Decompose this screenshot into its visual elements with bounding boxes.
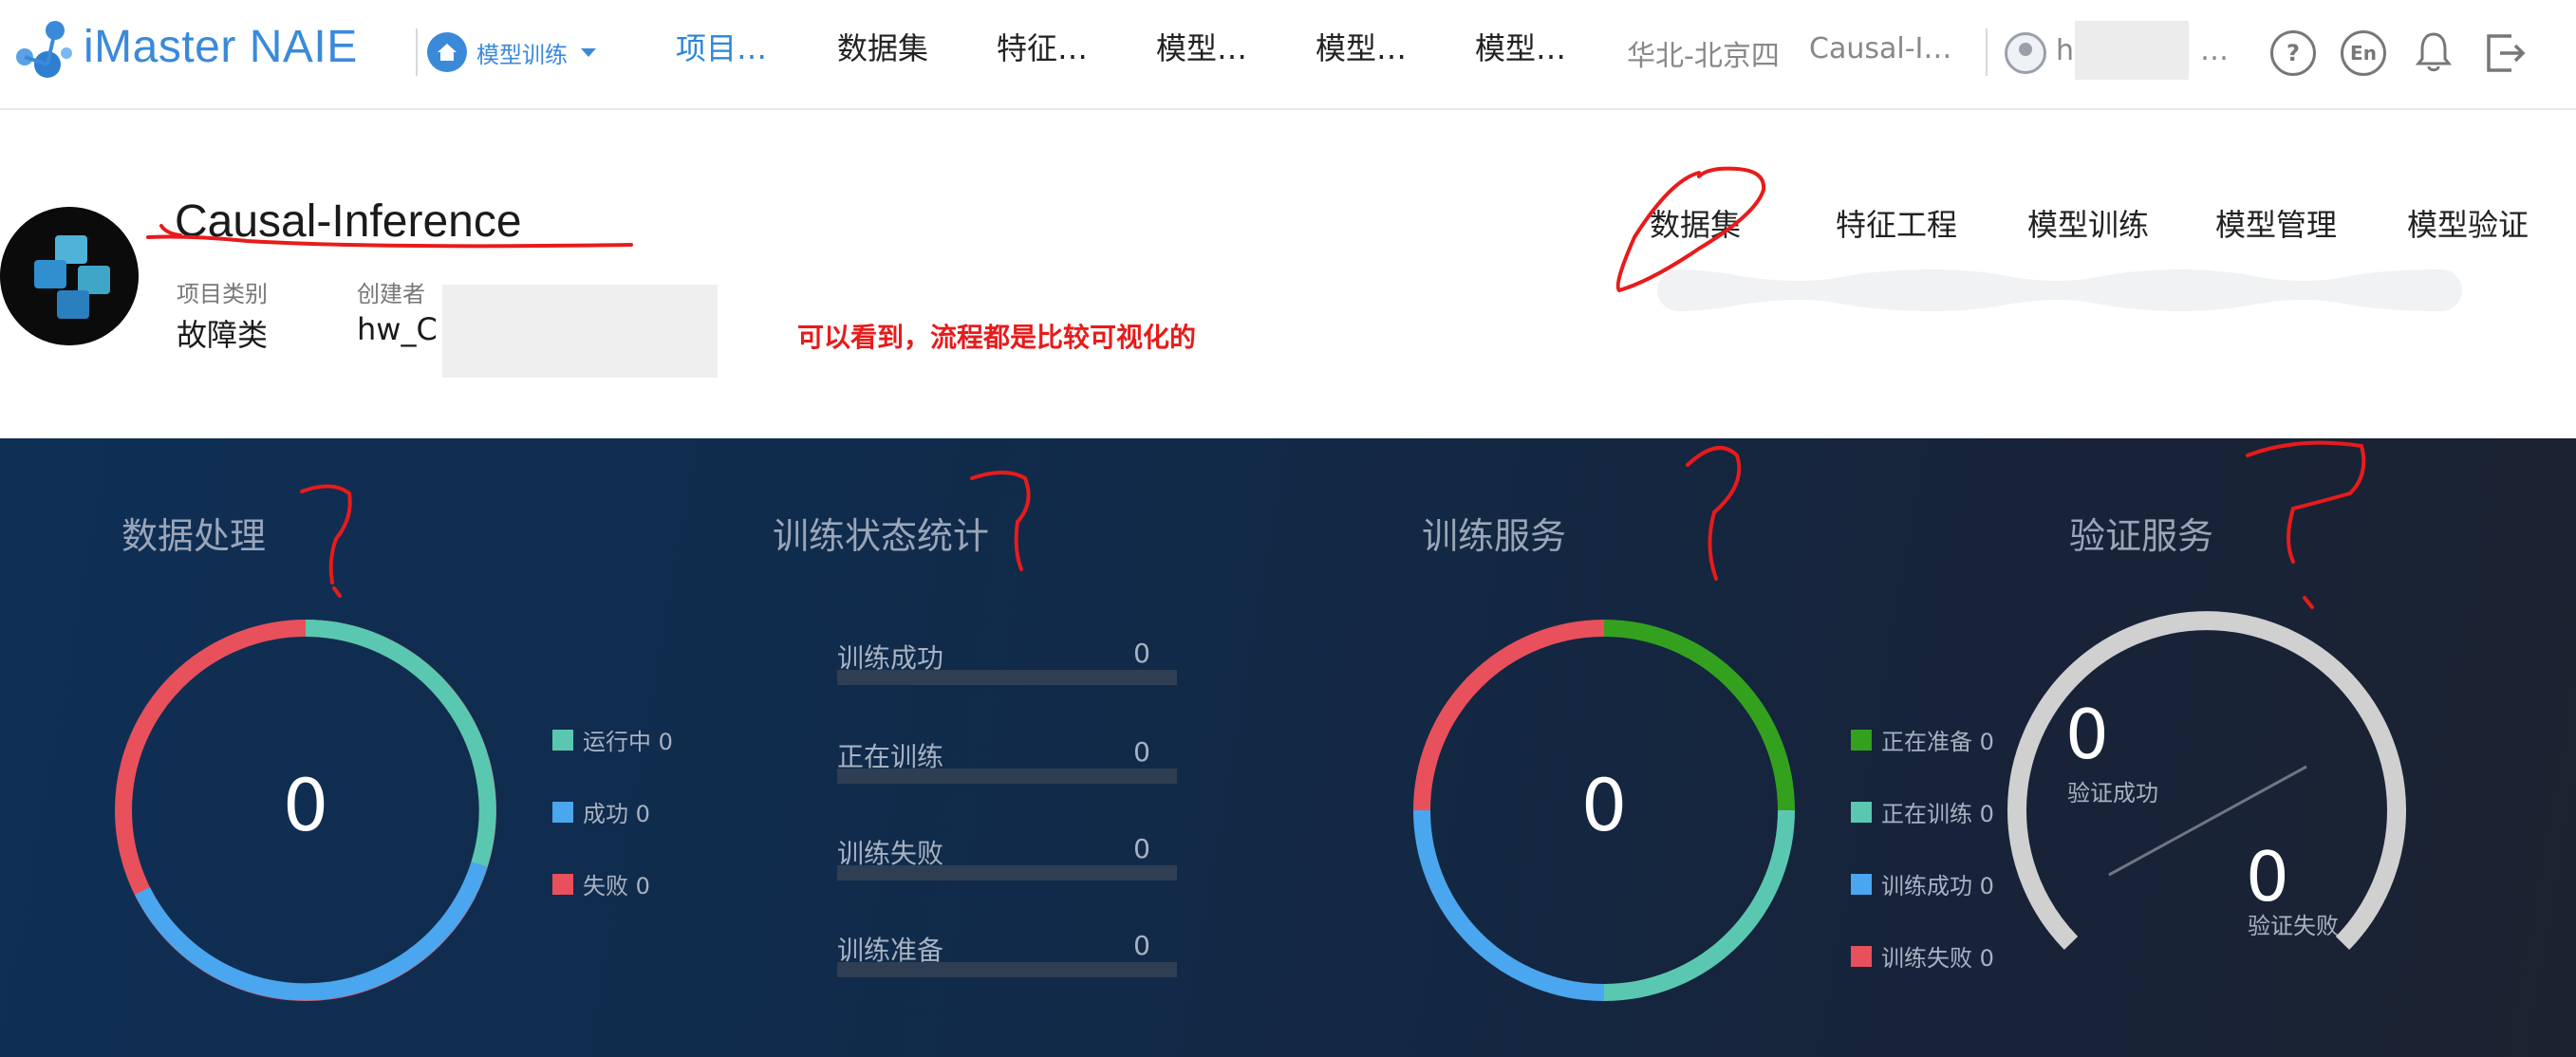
legend-item: 训练失败 0 (1851, 939, 1994, 973)
legend-label: 成功 0 (583, 801, 650, 827)
dashboard-panel: 数据处理 0 运行中 0 成功 0 失败 0 训练状态统计 训练成功 0 正在训… (0, 438, 2576, 1057)
bell-icon[interactable] (2415, 30, 2453, 74)
legend-label: 正在准备 0 (1881, 729, 1994, 755)
annotation-text: 可以看到，流程都是比较可视化的 (797, 322, 1197, 353)
legend-swatch (1851, 945, 1872, 967)
user-name[interactable]: h (2056, 34, 2074, 67)
data-processing-title: 数据处理 (121, 515, 267, 557)
legend-swatch (1851, 873, 1872, 895)
legend-label: 失败 0 (583, 873, 650, 899)
validation-fail-count: 0 (2246, 837, 2289, 917)
stat-value: 0 (1133, 930, 1150, 961)
data-processing-total: 0 (282, 763, 329, 847)
legend-label: 训练失败 0 (1881, 945, 1994, 972)
tab-dataset[interactable]: 数据集 (837, 25, 928, 68)
stat-value: 0 (1133, 736, 1150, 768)
help-icon-glyph: ? (2287, 40, 2300, 66)
validation-success-count: 0 (2065, 695, 2109, 774)
legend-label: 训练成功 0 (1881, 873, 1994, 899)
validation-service-title: 验证服务 (2069, 515, 2214, 557)
region-selector[interactable]: 华北-北京四 (1627, 32, 1780, 74)
tab-feature[interactable]: 特征… (997, 25, 1088, 68)
legend-label: 运行中 0 (583, 729, 673, 755)
brand-name[interactable]: iMaster NAIE (84, 21, 358, 73)
stat-value: 0 (1133, 638, 1150, 669)
project-logo-icon (0, 207, 139, 345)
divider (1986, 28, 1988, 76)
legend-swatch (552, 729, 573, 751)
legend-item: 失败 0 (552, 867, 650, 900)
project-category-value: 故障类 (177, 317, 269, 353)
flow-tab-dataset[interactable]: 数据集 (1650, 201, 1741, 245)
user-avatar[interactable] (2005, 32, 2046, 74)
legend-item: 训练成功 0 (1851, 867, 1994, 900)
blurred-creator (442, 285, 718, 378)
tab-project[interactable]: 项目… (676, 25, 767, 68)
legend-item: 正在训练 0 (1851, 795, 1994, 828)
divider (416, 28, 418, 76)
tab-model-3[interactable]: 模型… (1475, 25, 1566, 68)
logout-icon[interactable] (2483, 30, 2529, 76)
legend-label: 正在训练 0 (1881, 801, 1994, 827)
legend-swatch (552, 801, 573, 823)
module-select[interactable]: 模型训练 (427, 28, 596, 76)
language-icon[interactable]: En (2341, 30, 2386, 76)
project-title: Causal-Inference (175, 196, 522, 247)
training-service-total: 0 (1580, 763, 1628, 847)
project-selector[interactable]: Causal-I… (1809, 32, 1951, 65)
validation-gauge (2007, 611, 2406, 950)
training-stats-title: 训练状态统计 (773, 515, 990, 557)
project-creator-value: hw_C (357, 311, 438, 347)
stat-bar (837, 670, 1177, 685)
stat-bar (837, 962, 1177, 977)
legend-item: 正在准备 0 (1851, 723, 1994, 756)
tab-model-2[interactable]: 模型… (1316, 25, 1407, 68)
blurred-username (2075, 21, 2189, 80)
legend-swatch (1851, 801, 1872, 823)
top-navbar: iMaster NAIE 模型训练 项目… 数据集 特征… 模型… 模型… 模型… (0, 0, 2576, 110)
stat-value: 0 (1133, 833, 1150, 864)
legend-swatch (1851, 729, 1872, 751)
home-icon (427, 32, 467, 72)
legend-item: 成功 0 (552, 795, 650, 828)
legend-item: 运行中 0 (552, 723, 673, 756)
flow-tab-feature-engineering[interactable]: 特征工程 (1836, 201, 1957, 245)
flow-tab-model-management[interactable]: 模型管理 (2215, 201, 2337, 245)
flow-tab-model-validation[interactable]: 模型验证 (2407, 201, 2529, 245)
chevron-down-icon (581, 47, 596, 57)
stat-bar (837, 865, 1177, 881)
legend-swatch (552, 873, 573, 895)
user-name-ellipsis: … (2200, 34, 2229, 67)
language-icon-glyph: En (2350, 42, 2377, 65)
imaster-logo-icon[interactable] (13, 17, 74, 85)
training-service-title: 训练服务 (1422, 515, 1567, 557)
module-select-label: 模型训练 (476, 41, 568, 68)
help-icon[interactable]: ? (2270, 30, 2316, 76)
flow-progress-track (1657, 269, 2462, 311)
project-category-label: 项目类别 (177, 281, 268, 307)
project-creator-label: 创建者 (357, 281, 425, 307)
validation-success-label: 验证成功 (2067, 780, 2158, 807)
validation-fail-label: 验证失败 (2248, 913, 2339, 939)
tab-model-1[interactable]: 模型… (1156, 25, 1247, 68)
flow-tab-model-training[interactable]: 模型训练 (2027, 201, 2149, 245)
stat-bar (837, 769, 1177, 784)
